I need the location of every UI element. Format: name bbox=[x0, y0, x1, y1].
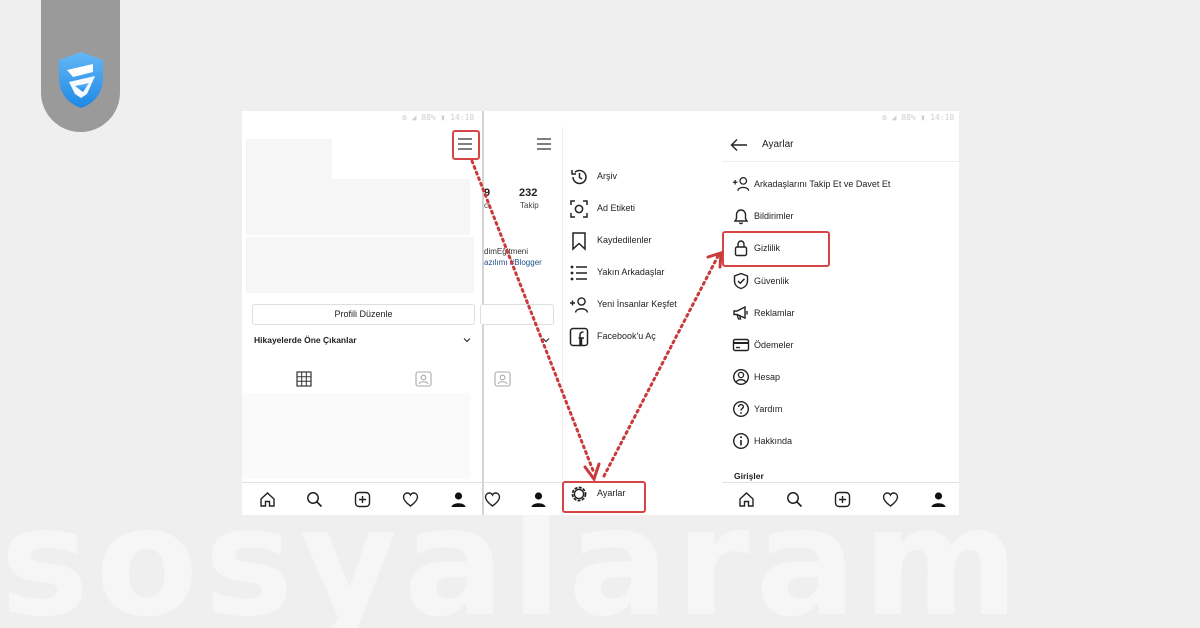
tutorial-frame: ⚙ ◢ 88% ▮ 14:18 Profili Düzenle Hikayele… bbox=[242, 111, 959, 515]
arrow-to-privacy bbox=[602, 254, 720, 478]
arrow-head-settings bbox=[583, 462, 601, 483]
watermark-text: sosyalaram bbox=[0, 498, 1025, 628]
shield-logo-icon bbox=[59, 52, 103, 108]
arrow-to-settings bbox=[470, 159, 596, 475]
tutorial-arrows bbox=[470, 159, 723, 483]
brand-logo bbox=[41, 0, 120, 132]
